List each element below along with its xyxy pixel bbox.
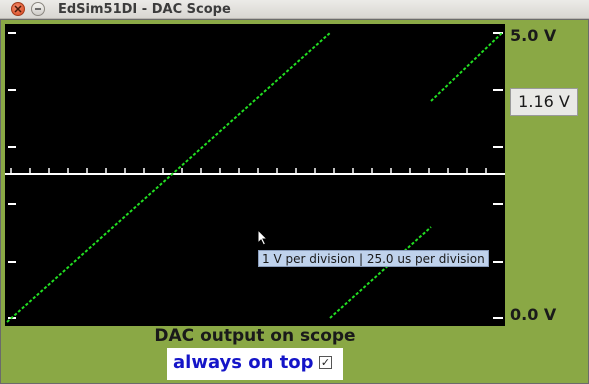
current-voltage-readout: 1.16 V bbox=[510, 88, 578, 116]
always-on-top-label: always on top bbox=[173, 352, 314, 373]
title-bar: EdSim51DI - DAC Scope bbox=[0, 0, 589, 19]
close-button[interactable] bbox=[11, 2, 25, 16]
min-voltage-label: 0.0 V bbox=[510, 305, 557, 324]
always-on-top-checkbox[interactable]: ✓ bbox=[319, 356, 332, 369]
scope-display bbox=[5, 24, 505, 326]
dac-trace-segment bbox=[430, 32, 503, 102]
scope-plot bbox=[5, 31, 505, 323]
scale-tooltip: 1 V per division | 25.0 us per division bbox=[258, 250, 489, 267]
max-voltage-label: 5.0 V bbox=[510, 26, 557, 45]
dac-trace-segment bbox=[329, 226, 432, 319]
minimize-icon bbox=[35, 8, 41, 10]
minimize-button[interactable] bbox=[31, 2, 45, 16]
dac-trace-segment bbox=[6, 31, 332, 323]
always-on-top-toggle[interactable]: always on top ✓ bbox=[167, 348, 343, 380]
window-title: EdSim51DI - DAC Scope bbox=[58, 2, 231, 17]
close-icon bbox=[14, 5, 22, 13]
mouse-pointer-icon bbox=[257, 229, 269, 246]
scope-caption: DAC output on scope bbox=[154, 326, 356, 346]
